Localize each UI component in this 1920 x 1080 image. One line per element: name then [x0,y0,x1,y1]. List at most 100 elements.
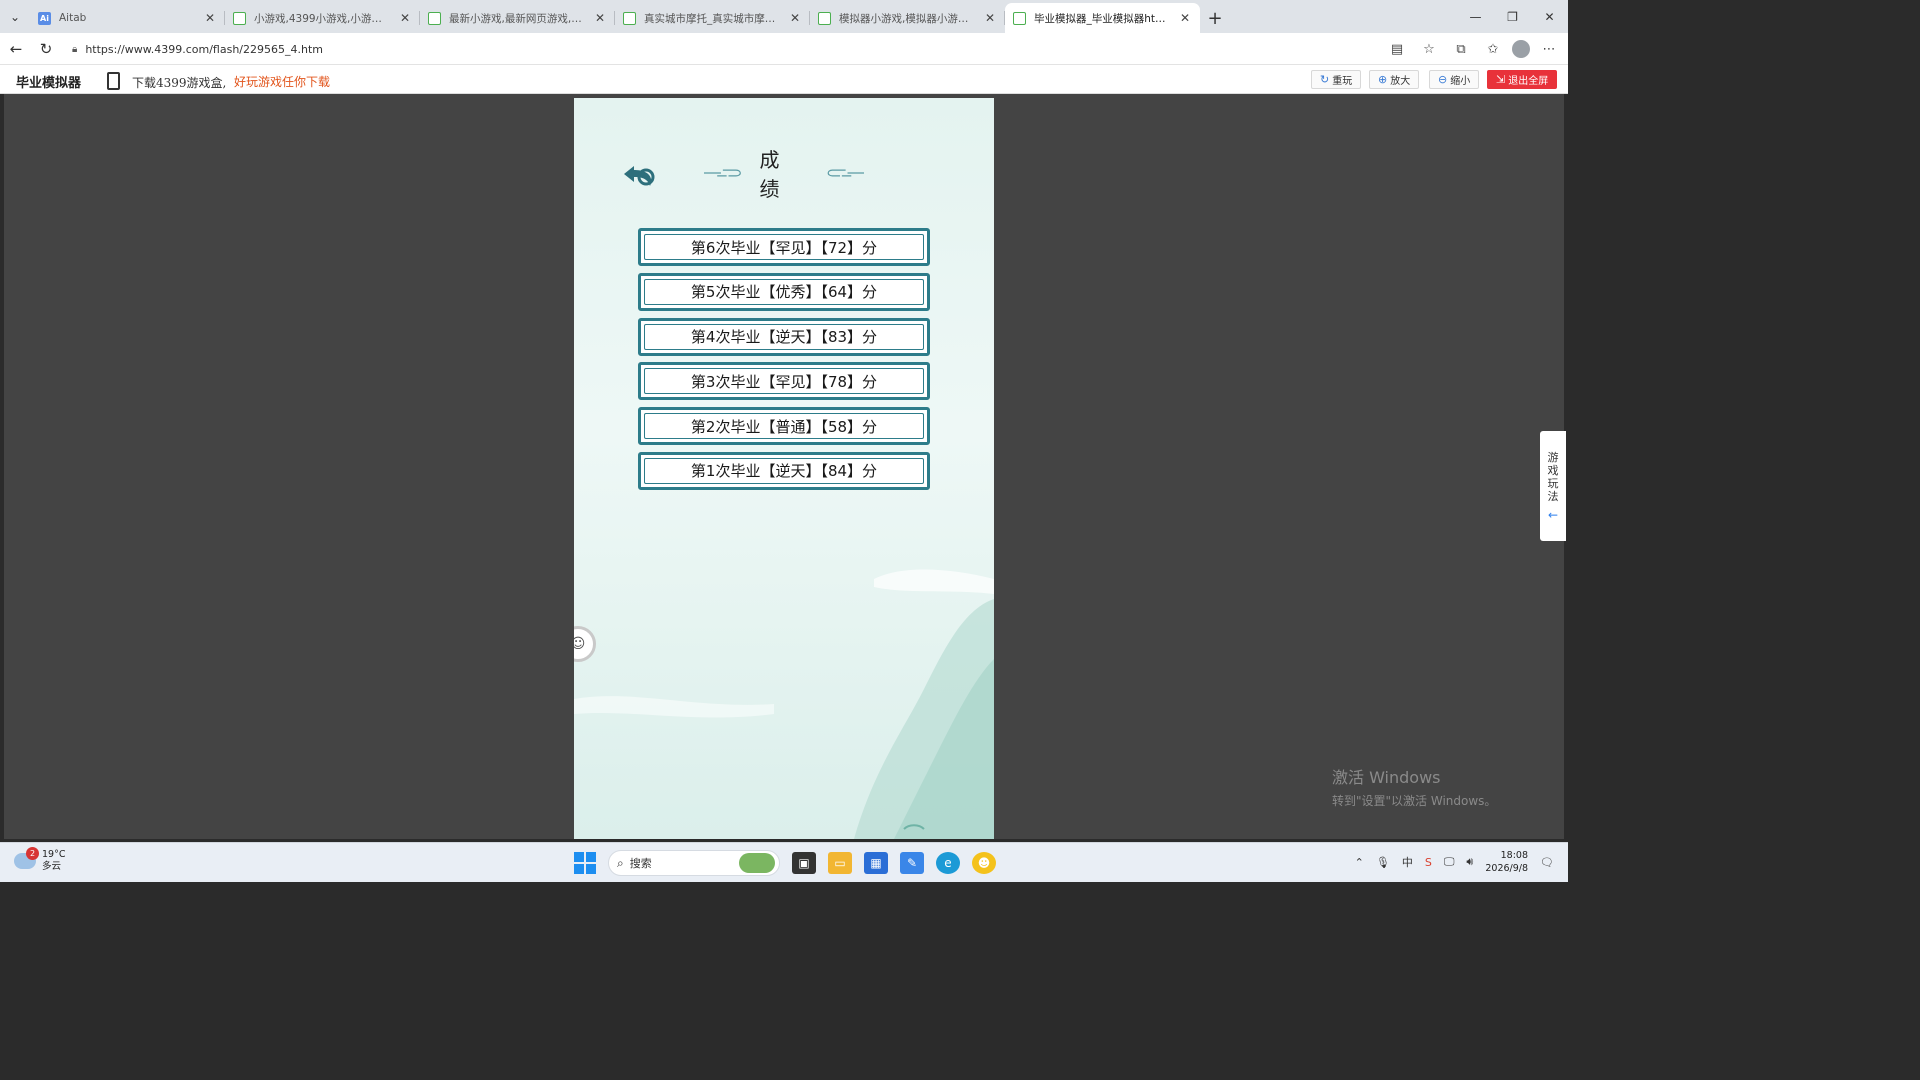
refresh-icon[interactable]: ↻ [32,35,60,63]
guide-char: 游 [1547,451,1559,464]
page-title: 成绩 [759,148,786,201]
tab-4399-home[interactable]: 小游戏,4399小游戏,小游戏大全,双 ✕ [225,3,420,33]
zoom-out-icon: ⊖ [1438,73,1448,86]
store-icon[interactable]: ▦ [864,852,888,874]
score-item[interactable]: 第1次毕业【逆天】【84】分 [638,451,930,490]
more-menu-icon[interactable]: ⋯ [1536,37,1562,61]
file-explorer-icon[interactable]: ▭ [828,852,852,874]
tab-new-games[interactable]: 最新小游戏,最新网页游戏,最新单 ✕ [420,3,615,33]
window-controls: — ❐ ✕ [1457,0,1568,33]
game-canvas[interactable]: 成绩 第6次毕业【罕见】【72】分 第5次毕业【优秀】【64】分 第4次毕业【逆… [574,98,994,839]
tab-title: Aitab [59,12,87,24]
score-text: 第1次毕业【逆天】【84】分 [690,462,878,481]
tab-title: 小游戏,4399小游戏,小游戏大全,双 [254,12,392,25]
cloud-decoration-icon [704,169,741,177]
watermark-line1: 激活 Windows [1332,768,1441,787]
score-item[interactable]: 第5次毕业【优秀】【64】分 [638,272,930,311]
search-highlight-image [739,853,775,873]
score-text: 第3次毕业【罕见】【78】分 [690,372,878,391]
windows-activation-watermark: 激活 Windows 转到"设置"以激活 Windows。 [1332,764,1496,809]
close-window-icon[interactable]: ✕ [1531,0,1568,33]
favorites-icon[interactable]: ✩ [1480,37,1506,61]
windows-start-icon[interactable] [574,852,596,874]
search-placeholder: 搜索 [629,857,652,870]
download-text: 下载4399游戏盒, [132,76,227,90]
tab-title: 模拟器小游戏,模拟器小游戏大全,4 [839,12,977,25]
download-link[interactable]: 好玩游戏任你下载 [234,73,330,90]
score-item[interactable]: 第2次毕业【普通】【58】分 [638,407,930,446]
tab-city-moto[interactable]: 真实城市摩托_真实城市摩托html5 ✕ [615,3,810,33]
zoom-out-label: 缩小 [1450,76,1471,87]
profile-avatar[interactable] [1512,40,1530,58]
title-header: 成绩 [704,148,864,201]
zoom-in-label: 放大 [1390,76,1411,87]
notification-icon[interactable]: 🗨︎ [1540,856,1554,869]
notification-badge: 2 [26,847,39,860]
guide-char: 法 [1547,490,1559,503]
taskbar-search[interactable]: ⌕ 搜索 [608,850,780,876]
tab-simulator-games[interactable]: 模拟器小游戏,模拟器小游戏大全,4 ✕ [810,3,1005,33]
replay-button[interactable]: ↻ 重玩 [1311,70,1362,89]
whiteboard-icon[interactable]: ✎ [900,852,924,874]
watermark-line2: 转到"设置"以激活 Windows。 [1332,794,1497,808]
game-stage: 成绩 第6次毕业【罕见】【72】分 第5次毕业【优秀】【64】分 第4次毕业【逆… [4,94,1564,839]
back-arrow-icon[interactable]: ← [2,35,30,63]
exit-fullscreen-button[interactable]: ⇲ 退出全屏 [1487,70,1558,89]
url-text: https://www.4399.com/flash/229565_4.htm [85,42,323,56]
zoom-in-icon: ⊕ [1378,73,1388,86]
volume-icon[interactable]: 🔊︎ [1466,855,1473,869]
time: 18:08 [1500,850,1529,861]
ai-icon: Ai [38,11,51,25]
minimize-icon[interactable]: — [1457,0,1494,33]
zoom-in-button[interactable]: ⊕ 放大 [1369,70,1420,89]
score-item[interactable]: 第3次毕业【罕见】【78】分 [638,362,930,401]
url-field[interactable]: 🔒︎ https://www.4399.com/flash/229565_4.h… [62,37,1442,61]
close-icon[interactable]: ✕ [398,11,412,25]
score-text: 第6次毕业【罕见】【72】分 [690,238,878,257]
taskbar-apps: ⌕ 搜索 ▣ ▭ ▦ ✎ e ☻ [574,848,996,878]
grid-icon [428,11,441,25]
edge-browser-icon[interactable]: e [936,852,960,874]
tab-aitab[interactable]: Ai Aitab ✕ [30,3,225,33]
tab-actions-chevron-icon[interactable]: ⌄ [0,0,30,33]
zoom-out-button[interactable]: ⊖ 缩小 [1429,70,1480,89]
score-text: 第5次毕业【优秀】【64】分 [690,283,878,302]
new-tab-plus-icon[interactable]: + [1200,3,1230,33]
tab-title: 毕业模拟器_毕业模拟器html5游戏 [1034,12,1172,25]
mountain-landscape [574,569,994,839]
extensions-icon[interactable]: ⧉ [1448,37,1474,61]
close-icon[interactable]: ✕ [203,11,217,25]
game-toolbar: 毕业模拟器 下载4399游戏盒, 好玩游戏任你下载 ↻ 重玩 ⊕ 放大 ⊖ 缩小… [0,65,1568,94]
close-icon[interactable]: ✕ [593,11,607,25]
restore-icon[interactable]: ❐ [1494,0,1531,33]
game-box-icon[interactable]: ☻ [972,852,996,874]
score-text: 第4次毕业【逆天】【83】分 [690,328,878,347]
microphone-icon[interactable]: 🎙︎ [1376,856,1390,869]
clock[interactable]: 18:08 2026/9/8 [1485,849,1528,875]
score-item[interactable]: 第4次毕业【逆天】【83】分 [638,317,930,356]
chevron-up-icon[interactable]: ⌃ [1355,856,1364,869]
task-view-icon[interactable]: ▣ [792,852,816,874]
weather-condition: 多云 [42,861,62,872]
address-bar: ← ↻ 🔒︎ https://www.4399.com/flash/229565… [0,33,1568,65]
close-icon[interactable]: ✕ [983,11,997,25]
reader-mode-icon[interactable]: ▤ [1384,37,1410,61]
phone-icon [107,72,120,90]
game-guide-tab[interactable]: 游 戏 玩 法 ← [1540,431,1566,541]
exit-icon: ⇲ [1496,73,1506,86]
taskbar: 2 19°C 多云 ⌕ 搜索 ▣ ▭ ▦ ✎ e ☻ ⌃ 🎙︎ 中 S 🖵︎ 🔊… [0,842,1568,882]
star-icon[interactable]: ☆ [1416,37,1442,61]
system-tray: ⌃ 🎙︎ 中 S 🖵︎ 🔊︎ 18:08 2026/9/8 🗨︎ [1355,849,1554,875]
tab-strip: ⌄ Ai Aitab ✕ 小游戏,4399小游戏,小游戏大全,双 ✕ 最新小游戏… [0,0,1568,33]
replay-label: 重玩 [1332,76,1353,87]
network-icon[interactable]: 🖵︎ [1444,855,1455,869]
antivirus-icon[interactable]: S [1425,856,1432,869]
close-icon[interactable]: ✕ [1178,11,1192,25]
weather-widget[interactable]: 2 19°C 多云 [14,847,65,873]
back-arrow-icon[interactable] [620,160,658,190]
date: 2026/9/8 [1485,863,1529,874]
score-item[interactable]: 第6次毕业【罕见】【72】分 [638,228,930,266]
tab-graduation-simulator[interactable]: 毕业模拟器_毕业模拟器html5游戏 ✕ [1005,3,1200,33]
input-method-indicator[interactable]: 中 [1402,854,1413,870]
close-icon[interactable]: ✕ [788,11,802,25]
